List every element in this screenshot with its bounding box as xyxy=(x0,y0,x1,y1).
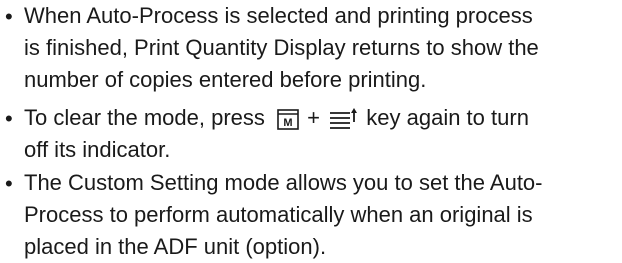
text-line: placed in the ADF unit (option). xyxy=(24,234,327,259)
auto-process-key-icon xyxy=(330,108,358,129)
text-suffix: key again to turn xyxy=(366,105,529,130)
bullet-marker: • xyxy=(5,4,13,29)
list-item-text: When Auto-Process is selected and printi… xyxy=(24,0,622,96)
text-line: is finished, Print Quantity Display retu… xyxy=(24,35,539,60)
list-item-text: To clear the mode, press M + key again t… xyxy=(24,102,622,166)
key-letter: M xyxy=(283,117,292,129)
list-item-text: The Custom Setting mode allows you to se… xyxy=(24,167,622,263)
text-line: The Custom Setting mode allows you to se… xyxy=(24,170,543,195)
text-prefix: To clear the mode, press xyxy=(24,105,265,130)
text-line: off its indicator. xyxy=(24,137,171,162)
bullet-marker: • xyxy=(5,106,13,131)
text-line: When Auto-Process is selected and printi… xyxy=(24,3,533,28)
document-page: • When Auto-Process is selected and prin… xyxy=(0,0,622,263)
text-line: Process to perform automatically when an… xyxy=(24,202,533,227)
memory-key-icon: M xyxy=(277,109,299,130)
text-line: number of copies entered before printing… xyxy=(24,67,427,92)
bullet-marker: • xyxy=(5,171,13,196)
plus-sign: + xyxy=(307,105,321,130)
text-line-with-keys: To clear the mode, press M + key again t… xyxy=(24,102,622,134)
